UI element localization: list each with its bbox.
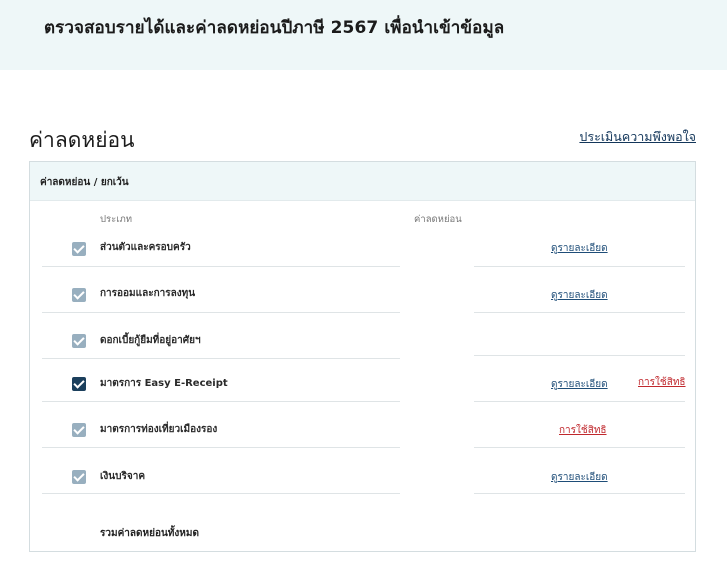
- deduction-label: มาตรการท่องเที่ยวเมืองรอง: [100, 424, 218, 435]
- card-header-title: ค่าลดหย่อน / ยกเว้น: [40, 177, 129, 188]
- deduction-label: การออมและการลงทุน: [100, 288, 196, 299]
- row-divider: [42, 493, 400, 494]
- card-header: ค่าลดหย่อน / ยกเว้น: [30, 162, 695, 201]
- view-details-link-easy-e-receipt[interactable]: ดูรายละเอียด: [551, 377, 608, 392]
- deduction-row: มาตรการท่องเที่ยวเมืองรอง การใช้สิทธิ: [30, 405, 695, 451]
- deduction-row: เงินบริจาค ดูรายละเอียด: [30, 451, 695, 497]
- view-details-link-savings[interactable]: ดูรายละเอียด: [551, 288, 608, 303]
- deduction-row: ดอกเบี้ยกู้ยืมที่อยู่อาศัยฯ: [30, 313, 695, 359]
- deduction-row: การออมและการลงทุน ดูรายละเอียด: [30, 267, 695, 313]
- row-divider: [474, 493, 685, 494]
- top-banner: ตรวจสอบรายได้และค่าลดหย่อนปีภาษี 2567 เพ…: [0, 0, 727, 70]
- view-details-link-donation[interactable]: ดูรายละเอียด: [551, 470, 608, 485]
- row-divider: [42, 447, 400, 448]
- total-deductions-label: รวมค่าลดหย่อนทั้งหมด: [100, 528, 199, 539]
- row-divider: [42, 401, 400, 402]
- deduction-label: มาตรการ Easy E-Receipt: [100, 378, 228, 389]
- usage-rights-link-secondary-city-travel[interactable]: การใช้สิทธิ: [559, 423, 607, 438]
- deduction-checkbox-easy-e-receipt[interactable]: [72, 377, 86, 391]
- row-divider: [474, 447, 685, 448]
- deduction-checkbox-secondary-city-travel[interactable]: [72, 423, 86, 437]
- deduction-label: ดอกเบี้ยกู้ยืมที่อยู่อาศัยฯ: [100, 335, 201, 346]
- deduction-label: ส่วนตัวและครอบครัว: [100, 242, 191, 253]
- view-details-link-personal[interactable]: ดูรายละเอียด: [551, 241, 608, 256]
- section-title: ค่าลดหย่อน: [29, 128, 135, 152]
- deduction-checkbox-savings[interactable]: [72, 288, 86, 302]
- usage-rights-link-easy-e-receipt[interactable]: การใช้สิทธิ: [638, 375, 686, 390]
- deduction-row: ส่วนตัวและครอบครัว ดูรายละเอียด: [30, 221, 695, 267]
- page-title: ตรวจสอบรายได้และค่าลดหย่อนปีภาษี 2567 เพ…: [44, 18, 505, 38]
- deduction-label: เงินบริจาค: [100, 471, 146, 482]
- row-divider: [474, 355, 685, 356]
- satisfaction-survey-link[interactable]: ประเมินความพึงพอใจ: [579, 127, 696, 147]
- deduction-row: มาตรการ Easy E-Receipt ดูรายละเอียด การใ…: [30, 359, 695, 405]
- deductions-card: ค่าลดหย่อน / ยกเว้น ประเภท ค่าลดหย่อน ส่…: [29, 161, 696, 552]
- deduction-checkbox-personal[interactable]: [72, 242, 86, 256]
- row-divider: [474, 401, 685, 402]
- deduction-checkbox-donation[interactable]: [72, 470, 86, 484]
- deduction-checkbox-housing-interest[interactable]: [72, 334, 86, 348]
